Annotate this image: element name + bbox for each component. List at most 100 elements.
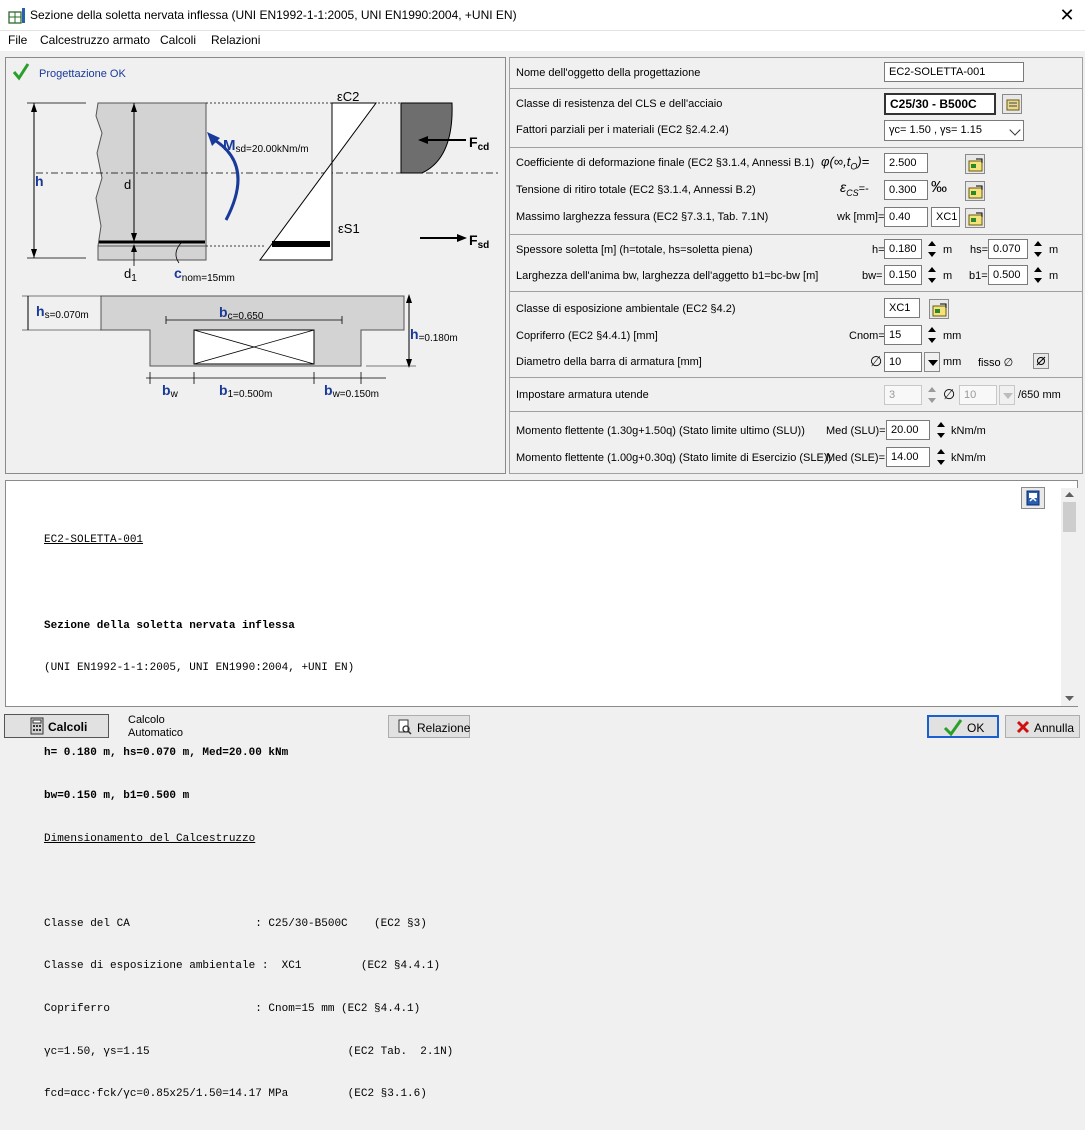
user-diameter-symbol: ∅ [943, 386, 956, 402]
report-area[interactable]: EC2-SOLETTA-001 Sezione della soletta ne… [5, 480, 1078, 1100]
report-text: EC2-SOLETTA-001 Sezione della soletta ne… [44, 505, 1044, 1130]
report-line: Classe di esposizione ambientale : XC1 (… [44, 960, 441, 973]
status-text: Progettazione OK [39, 68, 126, 80]
report-line: (UNI EN1992-1-1:2005, UNI EN1990:2004, +… [44, 662, 355, 675]
cnom-input[interactable]: 15 [884, 325, 922, 345]
crack-symbol: wk [mm]= [837, 211, 885, 223]
fisso-label: fisso ∅ [978, 357, 1014, 369]
diameter-unit: mm [943, 356, 962, 368]
width-label: Larghezza dell'anima bw, larghezza dell'… [516, 270, 819, 282]
mse-input[interactable]: 14.00 [886, 447, 930, 467]
diameter-dropdown[interactable] [924, 352, 940, 372]
auto-calc-label: Calcolo Automatico [128, 714, 184, 739]
hs-unit: m [1049, 244, 1059, 256]
h-field-label: h= [872, 244, 885, 256]
msl-input[interactable]: 20.00 [886, 420, 930, 440]
menu-calcoli[interactable]: Calcoli [160, 33, 196, 47]
shrink-input[interactable]: 0.300 [884, 180, 928, 200]
factors-combo[interactable]: γc= 1.50 , γs= 1.15 [884, 120, 1024, 141]
menu-calcestruzzo-armato[interactable]: Calcestruzzo armato [40, 33, 150, 47]
mse-stepper[interactable] [934, 447, 947, 467]
shrink-table-button[interactable] [965, 181, 985, 201]
hs-input[interactable]: 0.070 [988, 239, 1028, 259]
ok-button[interactable]: OK [927, 715, 999, 738]
fisso-button[interactable] [1033, 353, 1049, 369]
crack-input[interactable]: 0.40 [884, 207, 928, 227]
report-line: γc=1.50, γs=1.15 (EC2 Tab. 2.1N) [44, 1045, 454, 1058]
factors-value: γc= 1.50 , γs= 1.15 [889, 124, 982, 136]
user-reinforcement-label: Impostare armatura utende [516, 389, 649, 401]
report-line [44, 874, 1044, 888]
bw-input[interactable]: 0.150 [884, 265, 922, 285]
d-label: d [124, 177, 131, 192]
report-export-button[interactable] [1021, 487, 1045, 509]
mse-field-label: Med (SLE)= [826, 452, 885, 464]
relazione-button[interactable]: Relazione [388, 715, 470, 738]
close-button[interactable]: ✕ [1049, 0, 1085, 31]
thickness-label: Spessore soletta [m] (h=totale, hs=solet… [516, 244, 753, 256]
report-line: EC2-SOLETTA-001 [44, 534, 144, 547]
b1-stepper[interactable] [1031, 265, 1044, 285]
annulla-label: Annulla [1034, 721, 1075, 735]
bw-left-label: bw [162, 382, 179, 400]
eps-c2-label: εC2 [337, 89, 359, 104]
table-icon [968, 158, 983, 172]
crack-table-button[interactable] [965, 208, 985, 228]
calcoli-label: Calcoli [48, 720, 88, 734]
class-label: Classe di resistenza del CLS e dell'acci… [516, 98, 723, 110]
h-input[interactable]: 0.180 [884, 239, 922, 259]
diameter-input[interactable]: 10 [884, 352, 922, 372]
creep-label: Coefficiente di deformazione finale (EC2… [516, 157, 815, 169]
table-icon [932, 303, 947, 317]
report-line: Copriferro : Cnom=15 mm (EC2 §4.4.1) [44, 1002, 421, 1015]
h-stepper[interactable] [925, 239, 938, 259]
ok-label: OK [967, 721, 985, 735]
input-panel: Nome dell'oggetto della progettazione EC… [509, 57, 1083, 474]
cnom-stepper[interactable] [925, 325, 938, 345]
eps-s1-label: εS1 [338, 221, 360, 236]
calcoli-button[interactable]: Calcoli [4, 714, 109, 738]
exposure-table-button[interactable] [929, 299, 949, 319]
d1-label: d1 [124, 266, 137, 284]
report-line: Sezione della soletta nervata inflessa [44, 619, 295, 632]
relazione-label: Relazione [417, 721, 471, 735]
b1-field-label: b1= [969, 270, 988, 282]
class-value[interactable]: C25/30 - B500C [884, 93, 996, 115]
scrollbar-thumb[interactable] [1063, 502, 1076, 532]
bw-field-label: bw= [862, 270, 883, 282]
cancel-icon [1016, 720, 1030, 734]
fsd-label: Fsd [469, 232, 489, 251]
hs-stepper[interactable] [1031, 239, 1044, 259]
name-label: Nome dell'oggetto della progettazione [516, 67, 701, 79]
check-icon [943, 719, 963, 736]
report-line: h= 0.180 m, hs=0.070 m, Med=20.00 kNm [44, 747, 289, 760]
cnom-label: cnom=15mm [174, 265, 235, 284]
user-diameter-input[interactable]: 10 [959, 385, 997, 405]
creep-input[interactable]: 2.500 [884, 153, 928, 173]
exposure-label: Classe di esposizione ambientale (EC2 §4… [516, 303, 736, 315]
exposure-input[interactable]: XC1 [884, 298, 920, 318]
export-icon [1026, 490, 1040, 506]
h-unit: m [943, 244, 953, 256]
user-diameter-dropdown[interactable] [999, 385, 1015, 405]
class-edit-button[interactable] [1002, 94, 1022, 114]
hs-field-label: hs= [970, 244, 989, 256]
user-count-input[interactable]: 3 [884, 385, 922, 405]
menu-file[interactable]: File [8, 33, 27, 47]
menu-bar: File Calcestruzzo armato Calcoli Relazio… [0, 31, 1085, 51]
window-title: Sezione della soletta nervata inflessa (… [30, 8, 517, 22]
name-input[interactable]: EC2-SOLETTA-001 [884, 62, 1024, 82]
bw-unit: m [943, 270, 953, 282]
b1-input[interactable]: 0.500 [988, 265, 1028, 285]
menu-relazioni[interactable]: Relazioni [211, 33, 260, 47]
annulla-button[interactable]: Annulla [1005, 715, 1080, 738]
msl-stepper[interactable] [934, 420, 947, 440]
creep-table-button[interactable] [965, 154, 985, 174]
bw-stepper[interactable] [925, 265, 938, 285]
user-count-stepper[interactable] [925, 385, 938, 405]
crack-label: Massimo larghezza fessura (EC2 §7.3.1, T… [516, 211, 769, 223]
report-line: Dimensionamento del Calcestruzzo [44, 832, 256, 845]
edit-icon [1006, 99, 1020, 111]
crack-class-input[interactable]: XC1 [931, 207, 960, 227]
app-icon [8, 8, 25, 24]
